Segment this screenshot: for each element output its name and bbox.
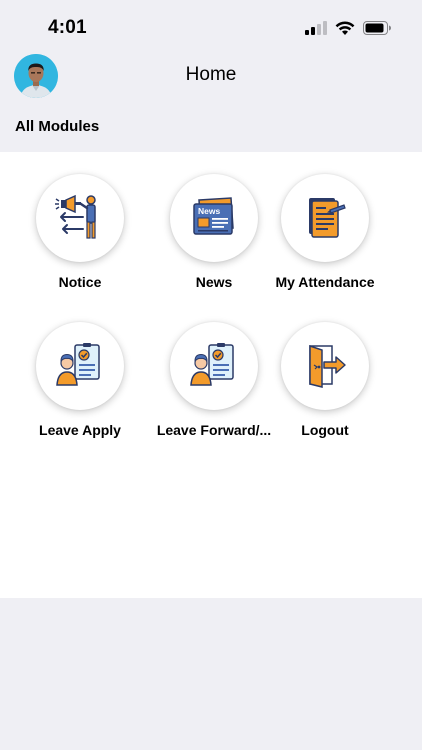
module-news-circle[interactable]: News: [170, 174, 258, 262]
module-logout-label[interactable]: Logout: [270, 422, 380, 438]
module-my-attendance-label[interactable]: My Attendance: [270, 274, 380, 290]
status-bar: 4:01: [0, 0, 422, 54]
module-notice-circle[interactable]: [36, 174, 124, 262]
module-news[interactable]: News News: [147, 174, 281, 304]
module-notice[interactable]: Notice: [13, 174, 147, 304]
status-time: 4:01: [48, 17, 87, 38]
battery-icon: [363, 21, 391, 35]
cellular-signal-icon: [305, 21, 327, 35]
module-notice-label[interactable]: Notice: [13, 274, 147, 290]
module-logout[interactable]: Logout: [281, 322, 422, 452]
page-title: Home: [185, 64, 237, 85]
news-icon: News: [193, 197, 234, 235]
module-leave-forward-circle[interactable]: [170, 322, 258, 410]
news-icon-text: News: [198, 206, 220, 216]
wifi-icon: [335, 21, 355, 35]
notice-icon: [55, 194, 96, 239]
leave-apply-icon: [56, 343, 100, 386]
navigation-bar: Home: [0, 54, 422, 100]
module-my-attendance[interactable]: My Attendance: [275, 174, 422, 304]
section-title: All Modules: [15, 118, 100, 135]
logout-icon: [309, 344, 346, 388]
module-logout-circle[interactable]: [281, 322, 369, 410]
attendance-icon: [309, 198, 346, 238]
status-icons: [305, 20, 392, 36]
module-leave-apply[interactable]: Leave Apply: [13, 322, 147, 452]
module-leave-forward-label[interactable]: Leave Forward/...: [142, 422, 286, 438]
modules-grid: Notice News News My Attendance Leave App…: [0, 152, 422, 598]
module-my-attendance-circle[interactable]: [281, 174, 369, 262]
leave-forward-icon: [190, 343, 234, 386]
module-leave-apply-circle[interactable]: [36, 322, 124, 410]
module-leave-forward[interactable]: Leave Forward/...: [147, 322, 281, 452]
module-news-label[interactable]: News: [147, 274, 281, 290]
module-leave-apply-label[interactable]: Leave Apply: [13, 422, 147, 438]
